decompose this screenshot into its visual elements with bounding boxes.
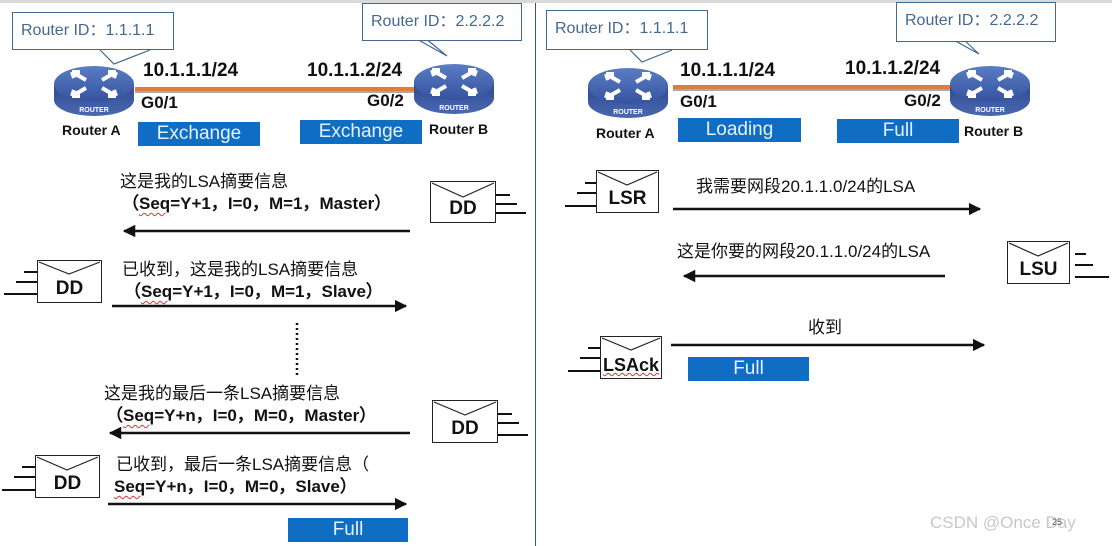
state-badge-b: Full (837, 119, 959, 143)
message-text: 收到 (808, 318, 842, 337)
port-b: G0/2 (904, 91, 941, 110)
message-line1: 已收到，最后一条LSA摘要信息（ (116, 455, 370, 474)
dd-envelope-icon: DD (37, 260, 102, 303)
port-a: G0/1 (141, 93, 178, 112)
paren: （ (124, 282, 141, 301)
dd-envelope-icon: DD (430, 181, 496, 223)
message-line1: 这是我的LSA摘要信息 (120, 172, 289, 191)
lsr-envelope-icon: LSR (596, 170, 659, 213)
message-params: Seq=Y+n，I=0，M=0，Slave） (114, 476, 357, 498)
message-params: （Seq=Y+n，I=0，M=0，Master） (106, 405, 376, 427)
router-id-callout-a: Router ID：1.1.1.1 (12, 12, 174, 50)
message-text: 这是我的最后一条LSA摘要信息 (104, 383, 340, 405)
seq-label: Seq (114, 477, 146, 496)
packet-label: LSR (608, 188, 647, 209)
state-badge-a: Exchange (138, 122, 260, 146)
packet-label: DD (449, 198, 477, 219)
router-b-name: Router B (964, 123, 1024, 139)
router-a-icon (52, 64, 136, 118)
router-a-name: Router A (62, 122, 121, 138)
message-text: 这是我的LSA摘要信息 (120, 171, 288, 193)
ip-address-b: 10.1.1.2/24 (845, 58, 941, 79)
router-id-callout-b: Router ID：2.2.2.2 (362, 3, 522, 41)
packet-label: DD (451, 418, 479, 439)
router-b-icon (948, 64, 1032, 118)
message-text: 我需要网段20.1.1.0/24的LSA (696, 177, 916, 196)
params: =Y+1，I=0，M=1，Master） (170, 194, 392, 213)
state-badge-a: Loading (678, 118, 801, 142)
seq-label: Seq (123, 406, 155, 425)
packet-label: DD (53, 473, 82, 494)
router-a-icon (586, 66, 670, 120)
message-params: （Seq=Y+1，I=0，M=1，Slave） (124, 281, 383, 303)
seq-label: Seq (139, 194, 171, 213)
router-id-callout-b: Router ID：2.2.2.2 (896, 2, 1056, 42)
seq-label: Seq (141, 282, 173, 301)
state-badge-b: Exchange (300, 120, 422, 144)
router-id-callout-a: Router ID：1.1.1.1 (546, 10, 708, 50)
message-line1: 已收到，这是我的LSA摘要信息 (122, 260, 359, 279)
packet-label: DD (55, 278, 84, 299)
packet-label: LSU (1019, 259, 1058, 280)
lsu-envelope-icon: LSU (1007, 241, 1070, 284)
paren: （ (122, 194, 139, 213)
final-state-badge-left: Full (288, 518, 408, 542)
message-text: 这是你要的网段20.1.1.0/24的LSA (677, 242, 931, 261)
router-b-icon (412, 62, 496, 116)
port-b: G0/2 (367, 91, 404, 110)
port-a: G0/1 (680, 92, 717, 111)
router-a-name: Router A (596, 125, 655, 141)
message-text: 已收到，最后一条LSA摘要信息（ (116, 454, 369, 476)
lsack-envelope-icon: LSAck (600, 336, 662, 379)
message-params: （Seq=Y+1，I=0，M=1，Master） (122, 193, 391, 215)
ip-address-b: 10.1.1.2/24 (307, 60, 403, 81)
message-line1: 这是我的最后一条LSA摘要信息 (104, 384, 341, 403)
dd-envelope-icon: DD (35, 455, 100, 498)
page-number: 25 (1052, 517, 1063, 527)
ip-address-a: 10.1.1.1/24 (680, 60, 776, 81)
dd-envelope-icon: DD (432, 400, 498, 443)
packet-label: LSAck (602, 355, 660, 375)
router-b-name: Router B (429, 121, 489, 137)
ip-address-a: 10.1.1.1/24 (143, 60, 239, 81)
final-state-badge-right: Full (688, 357, 809, 381)
params: =Y+n，I=0，M=0，Slave） (145, 477, 357, 496)
params: =Y+n，I=0，M=0，Master） (154, 406, 377, 425)
params: =Y+1，I=0，M=1，Slave） (172, 282, 383, 301)
message-text: 已收到，这是我的LSA摘要信息 (122, 259, 358, 281)
paren: （ (106, 406, 123, 425)
